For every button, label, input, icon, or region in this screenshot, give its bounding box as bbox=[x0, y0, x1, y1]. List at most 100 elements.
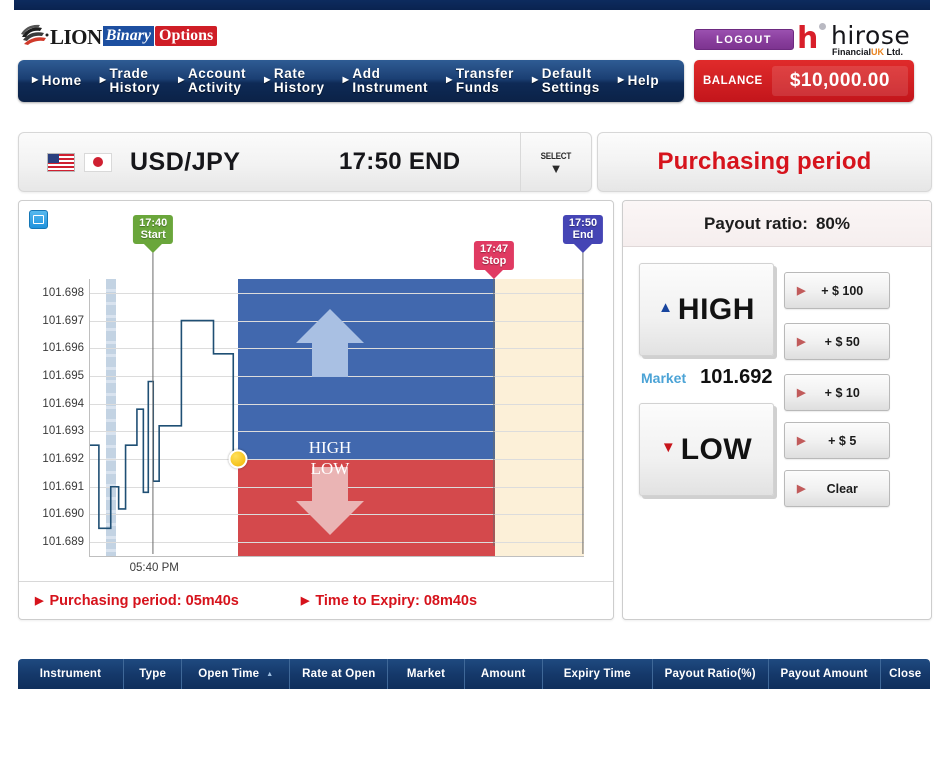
chart-y-tick-label: 101.697 bbox=[42, 314, 84, 327]
hirose-subtitle: FinancialUK Ltd. bbox=[832, 47, 904, 57]
high-label: HIGH bbox=[677, 292, 755, 326]
table-column-label: Instrument bbox=[39, 668, 102, 680]
table-column-expiry-time[interactable]: Expiry Time bbox=[543, 659, 653, 689]
nav-item-default[interactable]: ▶ Default Settings bbox=[523, 67, 609, 95]
nav-item-trade[interactable]: ▶ Trade History bbox=[91, 67, 169, 95]
nav-item-add[interactable]: ▶ Add Instrument bbox=[334, 67, 438, 95]
amount-button-label: + $ 50 bbox=[824, 334, 860, 349]
payout-ratio-value: 80% bbox=[815, 213, 850, 233]
chart-marker-line bbox=[152, 244, 154, 554]
hirose-brand-logo: h hirose FinancialUK Ltd. bbox=[797, 22, 932, 58]
balance-display: BALANCE $10,000.00 bbox=[694, 60, 914, 102]
triangle-right-icon: ▶ bbox=[797, 387, 806, 399]
triangle-right-icon: ▶ bbox=[342, 75, 350, 84]
table-column-label: Open Time bbox=[198, 668, 260, 680]
chart-y-tick-label: 101.689 bbox=[42, 536, 84, 549]
logout-button[interactable]: LOGOUT bbox=[694, 29, 794, 50]
triangle-right-icon: ▶ bbox=[797, 336, 806, 348]
hirose-h-mark: h bbox=[797, 21, 819, 56]
table-column-amount[interactable]: Amount bbox=[465, 659, 543, 689]
market-price-value: 101.692 bbox=[700, 366, 773, 388]
balance-label: BALANCE bbox=[703, 75, 763, 87]
chart-footer: ▶ Purchasing period: 05m40s ▶ Time to Ex… bbox=[19, 581, 613, 619]
chart-y-tick-label: 101.694 bbox=[42, 397, 84, 410]
table-column-label: Expiry Time bbox=[563, 668, 631, 680]
nav-item-label: Account Activity bbox=[187, 66, 247, 95]
low-direction-button[interactable]: ▼ LOW bbox=[639, 403, 774, 496]
chart-marker-label: End bbox=[572, 229, 594, 241]
table-column-label: Payout Amount bbox=[780, 668, 868, 680]
triangle-right-icon: ▶ bbox=[178, 75, 185, 84]
site-logo[interactable]: LION Binary Options bbox=[20, 22, 218, 52]
table-column-close[interactable]: Close bbox=[881, 659, 931, 689]
chart-marker-flag: 17:50 End bbox=[562, 215, 604, 554]
nav-item-label: Default Settings bbox=[541, 66, 600, 95]
triangle-down-icon: ▼ bbox=[660, 439, 676, 456]
triangle-right-icon: ▶ bbox=[99, 75, 107, 84]
amount-button-100[interactable]: ▶ + $ 100 bbox=[784, 272, 890, 309]
hirose-dot-icon bbox=[819, 23, 826, 30]
purchasing-period-status: ▶ Purchasing period: 05m40s bbox=[35, 593, 239, 609]
triangle-up-icon: ▲ bbox=[658, 299, 673, 316]
chart-marker-label: Start bbox=[140, 229, 166, 241]
table-column-label: Payout Ratio(%) bbox=[664, 668, 756, 680]
chart-current-price-marker bbox=[228, 449, 248, 469]
nav-item-label: Help bbox=[627, 73, 660, 88]
chart-panel: 101.698 101.697 101.696 101.695 101.694 101.6… bbox=[18, 200, 614, 620]
chart-marker-flag: 17:47 Stop bbox=[474, 241, 515, 546]
nav-item-label: Home bbox=[41, 73, 82, 88]
chevron-down-icon: ▼ bbox=[549, 160, 563, 176]
chart-marker-line bbox=[582, 244, 584, 554]
chart-marker-flag: 17:40 Start bbox=[133, 215, 174, 554]
amount-button-clear[interactable]: ▶ Clear bbox=[784, 470, 890, 507]
table-column-label: Amount bbox=[480, 668, 526, 680]
chart-marker-line bbox=[493, 270, 495, 546]
positions-table-header: Instrument Type Open Time ▲ Rate at Open Mark… bbox=[18, 659, 930, 689]
table-column-label: Close bbox=[889, 668, 922, 680]
chart-y-tick-label: 101.691 bbox=[42, 480, 84, 493]
purchasing-period-text: Purchasing period: 05m40s bbox=[49, 592, 239, 609]
triangle-right-icon: ▶ bbox=[300, 595, 310, 607]
chart-canvas[interactable]: 101.698 101.697 101.696 101.695 101.694 101.6… bbox=[19, 201, 613, 581]
triangle-right-icon: ▶ bbox=[264, 75, 271, 84]
nav-item-home[interactable]: ▶ Home bbox=[18, 74, 91, 88]
table-column-payout-ratio[interactable]: Payout Ratio(%) bbox=[653, 659, 769, 689]
chart-y-tick-label: 101.692 bbox=[42, 453, 84, 466]
table-column-rate-at-open[interactable]: Rate at Open bbox=[290, 659, 389, 689]
instrument-select-button[interactable]: SELECT ▼ bbox=[520, 133, 591, 191]
nav-item-label: Transfer Funds bbox=[455, 66, 514, 95]
amount-button-5[interactable]: ▶ + $ 5 bbox=[784, 422, 890, 459]
triangle-right-icon: ▶ bbox=[32, 75, 39, 84]
nav-item-rate[interactable]: ▶ Rate History bbox=[255, 67, 333, 95]
nav-item-transfer[interactable]: ▶ Transfer Funds bbox=[437, 67, 523, 95]
table-column-payout-amount[interactable]: Payout Amount bbox=[769, 659, 881, 689]
top-accent-bar bbox=[14, 0, 930, 10]
table-column-label: Rate at Open bbox=[302, 668, 376, 680]
chart-marker-stop: 17:47 Stop bbox=[474, 241, 515, 546]
amount-button-10[interactable]: ▶ + $ 10 bbox=[784, 374, 890, 411]
time-to-expiry-text: Time to Expiry: 08m40s bbox=[315, 592, 478, 609]
select-label: SELECT bbox=[540, 150, 572, 162]
chart-marker-label: Stop bbox=[481, 255, 507, 267]
high-direction-button[interactable]: ▲ HIGH bbox=[639, 263, 774, 356]
nav-item-help[interactable]: ▶ Help bbox=[609, 74, 668, 88]
page-header: LION Binary Options LOGOUT h hirose Fina… bbox=[0, 10, 944, 58]
chart-marker-time: 17:40 bbox=[139, 217, 168, 229]
chart-marker-end: 17:50 End bbox=[562, 215, 604, 554]
main-navigation: ▶ Home ▶ Trade History ▶ Account Activity ▶ Rate H… bbox=[18, 60, 684, 102]
chart-marker-time: 17:47 bbox=[480, 243, 509, 255]
chart-y-tick-label: 101.698 bbox=[42, 286, 84, 299]
table-column-label: Market bbox=[406, 668, 446, 680]
table-column-market[interactable]: Market bbox=[388, 659, 465, 689]
chart-y-tick-label: 101.690 bbox=[42, 508, 84, 521]
table-column-type[interactable]: Type bbox=[124, 659, 183, 689]
market-price-row: Market 101.692 bbox=[641, 366, 791, 389]
table-column-instrument[interactable]: Instrument bbox=[18, 659, 124, 689]
amount-button-50[interactable]: ▶ + $ 50 bbox=[784, 323, 890, 360]
instrument-pair-label: USD/JPY bbox=[130, 147, 241, 176]
nav-item-account[interactable]: ▶ Account Activity bbox=[169, 67, 255, 95]
triangle-right-icon: ▶ bbox=[446, 75, 453, 84]
instrument-bar: USD/JPY 17:50 END SELECT ▼ bbox=[18, 132, 592, 192]
table-column-open-time[interactable]: Open Time ▲ bbox=[182, 659, 291, 689]
payout-ratio-label: Payout ratio: bbox=[704, 213, 808, 233]
